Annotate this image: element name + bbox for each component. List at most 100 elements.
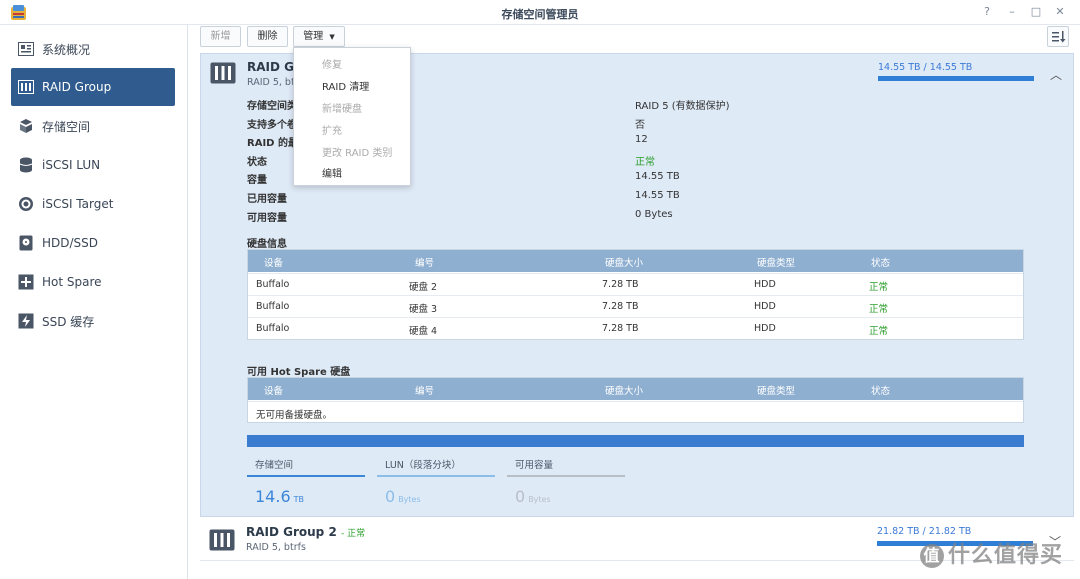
sidebar-item-storage[interactable]: 存储空间: [11, 107, 175, 145]
raid-group-icon: [210, 62, 236, 84]
usage-bar: [247, 435, 1024, 447]
minimize-icon[interactable]: –: [1005, 5, 1019, 19]
cell-type: HDD: [754, 323, 776, 334]
info-value: 否: [635, 120, 645, 131]
info-value: 14.55 TB: [635, 190, 680, 201]
sidebar-item-label: iSCSI Target: [42, 197, 114, 211]
info-value: RAID 5 (有数据保护): [635, 101, 730, 112]
cell-id: 硬盘 2: [409, 282, 438, 293]
info-value: 0 Bytes: [635, 209, 673, 220]
empty-message: 无可用备援硬盘。: [256, 410, 333, 421]
raid-group-1-capacity: 14.55 TB / 14.55 TB: [878, 62, 973, 73]
help-icon[interactable]: ?: [980, 5, 994, 19]
sidebar-item-label: iSCSI LUN: [42, 158, 101, 172]
raid-group-2-name: RAID Group 2: [246, 525, 337, 539]
manage-button[interactable]: 管理 ▼: [293, 26, 345, 47]
watermark-logo: 值: [920, 544, 944, 568]
stat-unit: Bytes: [398, 495, 421, 504]
column-header: 硬盘类型: [757, 258, 796, 269]
stat-line: [247, 475, 365, 477]
hotspare-icon: [17, 273, 35, 291]
watermark-text: 什么值得买: [948, 543, 1064, 568]
menu-item-edit[interactable]: 编辑: [322, 165, 342, 180]
stat-number: 0: [385, 487, 396, 506]
stat-line: [507, 475, 625, 477]
target-icon: [17, 195, 35, 213]
raid-group-2-title: RAID Group 2 - 正常: [246, 525, 365, 539]
sort-button[interactable]: [1047, 26, 1069, 47]
info-label: 已用容量: [247, 194, 287, 205]
sort-icon: [1052, 31, 1066, 43]
sidebar-item-ssd-cache[interactable]: SSD 缓存: [11, 302, 175, 340]
table-row[interactable]: Buffalo 硬盘 3 7.28 TB HDD 正常: [248, 295, 1023, 317]
cell-id: 硬盘 4: [409, 326, 438, 337]
collapse-icon[interactable]: ︿: [1050, 66, 1062, 83]
sidebar-item-raid-group[interactable]: RAID Group: [11, 68, 175, 106]
watermark: 值什么值得买: [920, 537, 1063, 569]
menu-item-repair[interactable]: 修复: [322, 56, 342, 71]
disk-table: 设备 编号 硬盘大小 硬盘类型 状态 Buffalo 硬盘 2 7.28 TB …: [247, 249, 1024, 340]
sidebar: 系统概况 RAID Group 存储空间 iSCSI LUN iSCSI Tar…: [0, 25, 188, 579]
stat-number: 14.6: [255, 487, 291, 506]
hot-spare-table-header: 设备 编号 硬盘大小 硬盘类型 状态: [248, 378, 1023, 400]
overview-icon: [17, 40, 35, 58]
info-label: RAID 的最: [247, 138, 298, 149]
stat-value: 0 Bytes: [385, 487, 421, 506]
stat-unit: Bytes: [528, 495, 551, 504]
info-label: 可用容量: [247, 213, 287, 224]
hot-spare-title: 可用 Hot Spare 硬盘: [247, 367, 351, 378]
column-header: 设备: [264, 386, 284, 397]
cell-status: 正常: [869, 282, 889, 293]
raid-group-1-capacity-bar: [878, 76, 1034, 81]
sidebar-item-label: SSD 缓存: [42, 314, 95, 329]
sidebar-item-hot-spare[interactable]: Hot Spare: [11, 263, 175, 301]
lun-icon: [17, 156, 35, 174]
stat-label: LUN（段落分块）: [385, 460, 461, 471]
create-button[interactable]: 新增: [200, 26, 241, 47]
sidebar-item-overview[interactable]: 系统概况: [11, 30, 175, 68]
raid-group-1-subtitle: RAID 5, btr: [247, 77, 299, 88]
cell-type: HDD: [754, 279, 776, 290]
column-header: 编号: [415, 258, 435, 269]
disk-table-header: 设备 编号 硬盘大小 硬盘类型 状态: [248, 250, 1023, 272]
column-header: 硬盘类型: [757, 386, 796, 397]
delete-button[interactable]: 删除: [247, 26, 288, 47]
cell-status: 正常: [869, 326, 889, 337]
stat-value: 14.6 TB: [255, 487, 304, 506]
info-label: 支持多个卷: [247, 120, 297, 131]
cell-type: HDD: [754, 301, 776, 312]
sidebar-item-iscsi-target[interactable]: iSCSI Target: [11, 185, 175, 223]
sidebar-item-label: 系统概况: [42, 42, 91, 57]
disk-info-title: 硬盘信息: [247, 239, 287, 250]
maximize-icon[interactable]: □: [1029, 5, 1043, 19]
sidebar-item-label: HDD/SSD: [42, 236, 99, 250]
cell-status: 正常: [869, 304, 889, 315]
raid-group-2-capacity: 21.82 TB / 21.82 TB: [877, 526, 972, 537]
sidebar-item-label: RAID Group: [42, 80, 112, 94]
table-row[interactable]: Buffalo 硬盘 2 7.28 TB HDD 正常: [248, 273, 1023, 295]
menu-item-add-disk[interactable]: 新增硬盘: [322, 100, 362, 115]
column-header: 状态: [871, 258, 891, 269]
stat-unit: TB: [293, 495, 304, 504]
menu-item-expand[interactable]: 扩充: [322, 122, 342, 137]
menu-item-raid-scrub[interactable]: RAID 清理: [322, 78, 369, 93]
raid-group-icon: [209, 529, 235, 551]
raid-group-1-title: RAID Gr: [247, 60, 300, 74]
stat-value: 0 Bytes: [515, 487, 551, 506]
sidebar-item-label: 存储空间: [42, 119, 91, 134]
stat-label: 可用容量: [515, 460, 554, 471]
menu-item-change-raid-type[interactable]: 更改 RAID 类别: [322, 144, 392, 159]
caret-down-icon: ▼: [329, 33, 335, 41]
sidebar-item-label: Hot Spare: [42, 275, 102, 289]
sidebar-item-iscsi-lun[interactable]: iSCSI LUN: [11, 146, 175, 184]
column-header: 硬盘大小: [605, 386, 644, 397]
cell-size: 7.28 TB: [602, 323, 639, 334]
disk-icon: [17, 234, 35, 252]
cell-id: 硬盘 3: [409, 304, 438, 315]
hot-spare-table: 设备 编号 硬盘大小 硬盘类型 状态 无可用备援硬盘。: [247, 377, 1024, 423]
ssd-cache-icon: [17, 312, 35, 330]
sidebar-item-hdd-ssd[interactable]: HDD/SSD: [11, 224, 175, 262]
cell-size: 7.28 TB: [602, 279, 639, 290]
table-row[interactable]: Buffalo 硬盘 4 7.28 TB HDD 正常: [248, 317, 1023, 339]
close-icon[interactable]: ✕: [1053, 5, 1067, 19]
